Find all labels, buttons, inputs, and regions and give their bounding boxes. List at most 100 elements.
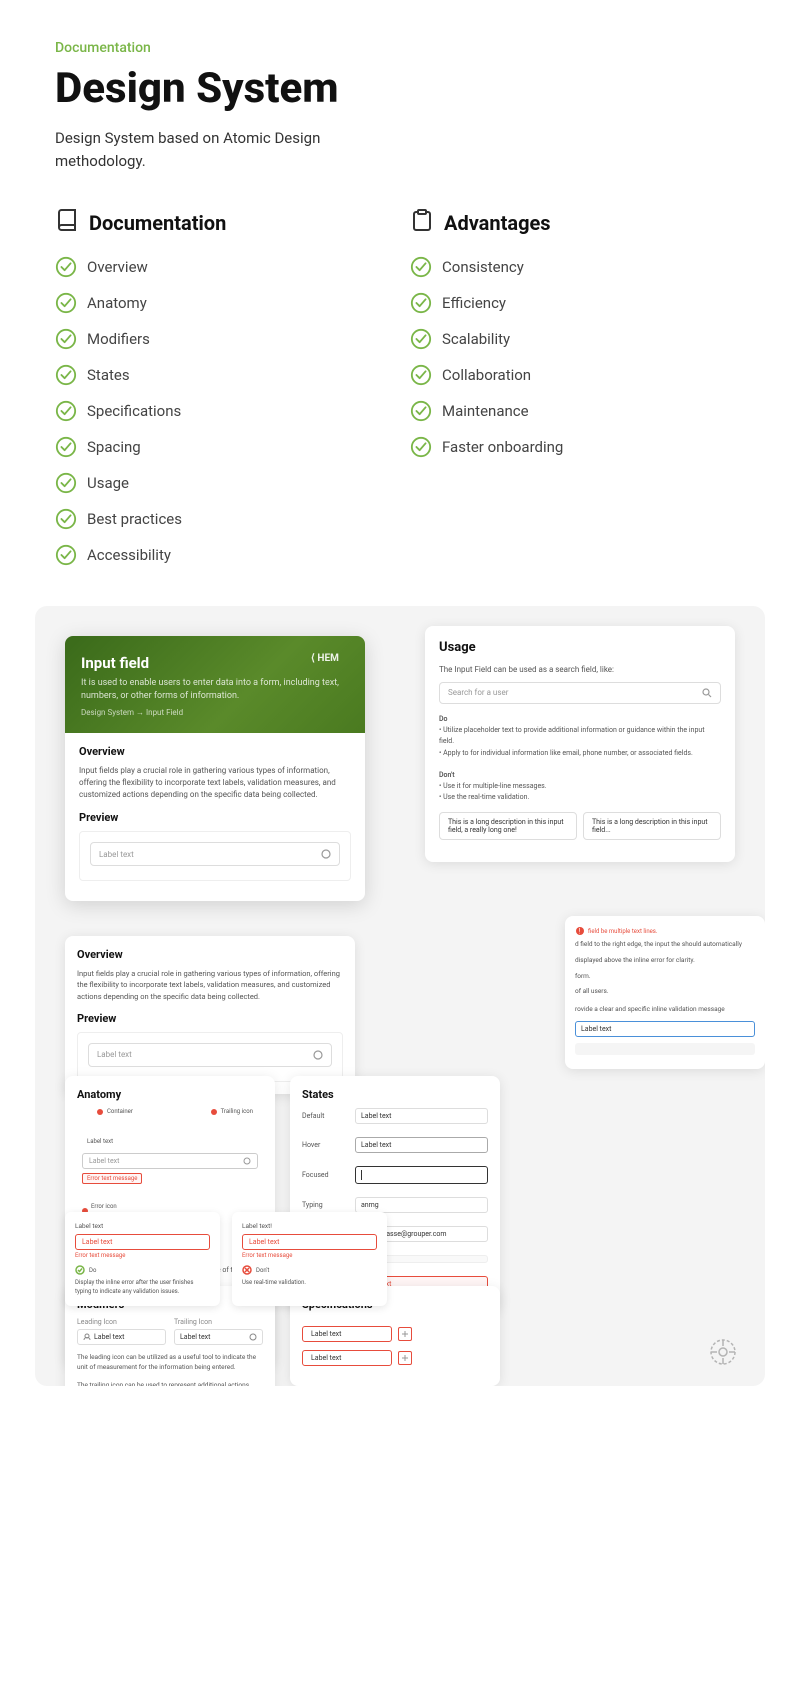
- bottom-error-msg-2: Error text message: [242, 1252, 377, 1259]
- card-body: Overview Input fields play a crucial rol…: [65, 733, 365, 901]
- anatomy-input: Label text: [82, 1153, 258, 1169]
- bottom-error-msg-1: Error text message: [75, 1252, 210, 1259]
- preview-ext-title: Preview: [77, 1012, 343, 1025]
- list-item-label: Maintenance: [442, 402, 529, 420]
- bottom-dont-text: Don't: [256, 1267, 269, 1274]
- bottom-error-input-1: Label text: [75, 1234, 210, 1250]
- usage-title: Usage: [439, 640, 721, 655]
- advantages-title: Advantages: [444, 211, 551, 235]
- list-item-label: Faster onboarding: [442, 438, 563, 456]
- preview-section: Input field It is used to enable users t…: [35, 606, 765, 1386]
- example-box-2: This is a long description in this input…: [583, 812, 721, 840]
- search-box: Search for a user: [439, 682, 721, 704]
- usage-do-dont: Do • Utilize placeholder text to provide…: [439, 714, 721, 804]
- usage-description: The Input Field can be used as a search …: [439, 665, 721, 674]
- logo-text: ⟨ HEM: [311, 650, 351, 667]
- spec-input-2: Label text: [302, 1350, 392, 1366]
- spec-icon-1: [398, 1327, 412, 1341]
- leading-icon-col: Leading Icon Label text: [77, 1318, 166, 1345]
- state-hover: Hover Label text: [302, 1137, 488, 1153]
- card-breadcrumb: Design System → Input Field: [81, 708, 349, 717]
- spec-row-2: Label text: [302, 1350, 488, 1366]
- spec-visuals: Label text Label text: [302, 1318, 488, 1374]
- ext-label-text: Label text: [97, 1050, 132, 1059]
- list-item-label: Overview: [87, 258, 148, 276]
- spec-icon-2: [398, 1351, 412, 1365]
- typing-input: anmg: [355, 1197, 488, 1213]
- right-column-card-1: ! field be multiple text lines. d field …: [565, 916, 765, 1069]
- preview-inner: Input field It is used to enable users t…: [35, 606, 765, 1386]
- list-item: Efficiency: [410, 292, 745, 314]
- list-item: Specifications: [55, 400, 390, 422]
- states-title: States: [302, 1088, 488, 1101]
- preview-label: Preview: [79, 811, 351, 824]
- right-text-5: rovide a clear and specific inline valid…: [575, 1005, 755, 1015]
- doc-label-text: Documentation: [55, 40, 745, 56]
- right-text-1: d field to the right edge, the input the…: [575, 940, 755, 950]
- overview-title: Overview: [79, 745, 351, 758]
- list-item-label: States: [87, 366, 130, 384]
- advantages-list: Consistency Efficiency Scalability: [410, 256, 745, 458]
- trailing-icon-input: Label text: [174, 1329, 263, 1345]
- card-main-title: Input field: [81, 654, 349, 672]
- usage-examples: This is a long description in this input…: [439, 812, 721, 840]
- list-item-label: Modifiers: [87, 330, 150, 348]
- leading-icon-input: Label text: [77, 1329, 166, 1345]
- list-item: States: [55, 364, 390, 386]
- documentation-header: Documentation: [55, 208, 390, 238]
- list-item: Collaboration: [410, 364, 745, 386]
- state-default: Default Label text: [302, 1108, 488, 1124]
- preview-input: Label text: [90, 842, 340, 866]
- bottom-do-row-1: Do: [75, 1265, 210, 1275]
- example-box-1: This is a long description in this input…: [439, 812, 577, 840]
- list-item-label: Scalability: [442, 330, 510, 348]
- right-text-2: displayed above the inline error for cla…: [575, 956, 755, 966]
- bottom-mini-cards: Label text Label text Error text message…: [65, 1212, 505, 1306]
- bottom-do-text-1: Do: [89, 1267, 96, 1274]
- list-item: Usage: [55, 472, 390, 494]
- page-description: Design System based on Atomic Design met…: [55, 127, 375, 172]
- ext-preview-input: Label text: [88, 1043, 332, 1067]
- overview-ext-text: Input fields play a crucial role in gath…: [77, 968, 343, 1002]
- list-item-label: Efficiency: [442, 294, 506, 312]
- svg-text:!: !: [579, 928, 581, 936]
- state-typing: Typing anmg: [302, 1197, 488, 1213]
- clipboard-icon: [410, 208, 434, 238]
- page-title: Design System: [55, 64, 745, 113]
- list-item: Modifiers: [55, 328, 390, 350]
- list-item: Accessibility: [55, 544, 390, 566]
- leading-icon-desc: The leading icon can be utilized as a us…: [77, 1353, 263, 1373]
- bottom-card-text-2: Label text!: [242, 1222, 377, 1230]
- hover-input: Label text: [355, 1137, 488, 1153]
- trailing-icon-col: Trailing Icon Label text: [174, 1318, 263, 1345]
- list-item: Overview: [55, 256, 390, 278]
- error-badge: ! field be multiple text lines.: [575, 926, 755, 936]
- spec-row-1: Label text: [302, 1326, 488, 1342]
- bottom-dont-row: Don't: [242, 1265, 377, 1275]
- list-item-label: Best practices: [87, 510, 182, 528]
- card-subtitle: It is used to enable users to enter data…: [81, 677, 349, 702]
- right-text-4: of all users.: [575, 987, 755, 997]
- bottom-card-text-1: Label text: [75, 1222, 210, 1230]
- bottom-error-input-2: Label text: [242, 1234, 377, 1250]
- list-item-label: Accessibility: [87, 546, 171, 564]
- focused-input: [355, 1166, 488, 1184]
- book-icon: [55, 208, 79, 238]
- list-item: Best practices: [55, 508, 390, 530]
- blue-input: Label text: [575, 1021, 755, 1037]
- modifiers-grid: Leading Icon Label text Trailing Icon La…: [77, 1318, 263, 1345]
- bottom-do-desc-1: Display the inline error after the user …: [75, 1278, 210, 1296]
- search-placeholder: Search for a user: [448, 688, 508, 698]
- card-header-green: Input field It is used to enable users t…: [65, 636, 365, 733]
- advantages-header: Advantages: [410, 208, 745, 238]
- feature-columns: Documentation Overview Anatomy: [55, 208, 745, 566]
- list-item-label: Spacing: [87, 438, 141, 456]
- list-item: Maintenance: [410, 400, 745, 422]
- spec-input-1: Label text: [302, 1326, 392, 1342]
- list-item: Consistency: [410, 256, 745, 278]
- bottom-mini-card-2: Label text! Label text Error text messag…: [232, 1212, 387, 1306]
- gray-block: [575, 1043, 755, 1055]
- documentation-column: Documentation Overview Anatomy: [55, 208, 390, 566]
- overview-extended-card: Overview Input fields play a crucial rol…: [65, 936, 355, 1094]
- anatomy-title: Anatomy: [77, 1088, 263, 1101]
